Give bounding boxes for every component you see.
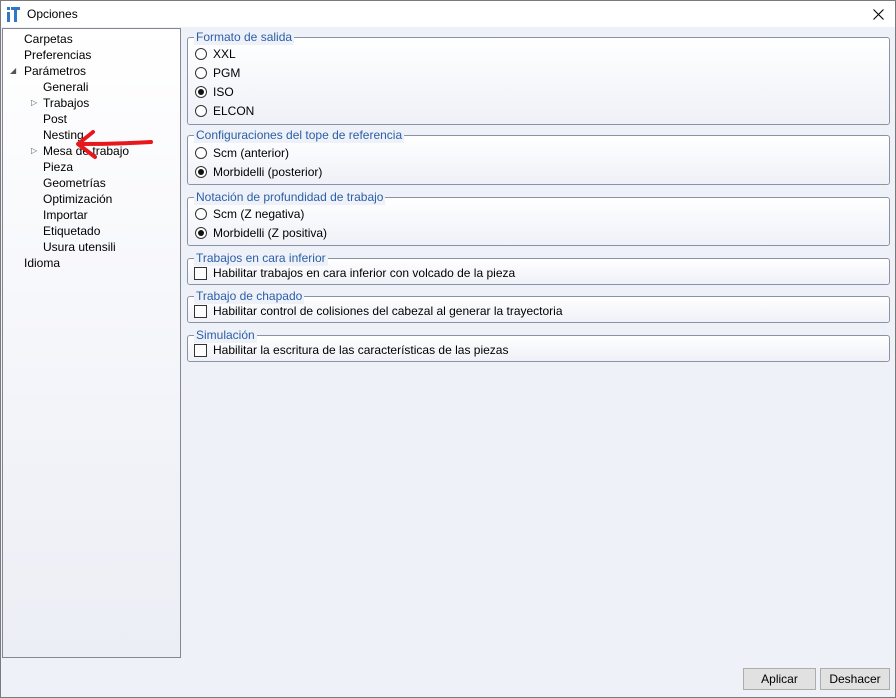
tree-item-parametros[interactable]: Parámetros bbox=[24, 63, 86, 79]
group-title: Trabajos en cara inferior bbox=[194, 250, 328, 266]
tree-item-etiquetado[interactable]: Etiquetado bbox=[43, 223, 100, 239]
tree-item-label: Pieza bbox=[43, 160, 74, 174]
tree-item-generali[interactable]: Generali bbox=[43, 79, 88, 95]
window-title: Opciones bbox=[27, 7, 78, 21]
checkbox-label: Habilitar la escritura de las caracterís… bbox=[213, 343, 509, 357]
radio-circle-selected[interactable] bbox=[195, 227, 207, 239]
radio-circle[interactable] bbox=[195, 67, 207, 79]
group-formato-salida: Formato de salida XXL PGM ISO ELCON bbox=[187, 29, 890, 125]
radio-pgm[interactable]: PGM bbox=[195, 65, 240, 81]
tree-item-pieza[interactable]: Pieza bbox=[43, 159, 73, 175]
tree-item-label: Idioma bbox=[24, 256, 61, 270]
tree-item-label: Preferencias bbox=[24, 48, 92, 62]
checkbox-cara-inferior[interactable]: Habilitar trabajos en cara inferior con … bbox=[194, 265, 515, 281]
expanded-triangle-icon[interactable]: ◢ bbox=[10, 67, 18, 75]
radio-circle[interactable] bbox=[195, 105, 207, 117]
tree-item-importar[interactable]: Importar bbox=[43, 207, 88, 223]
radio-xxl[interactable]: XXL bbox=[195, 46, 236, 62]
tree-item-label: Parámetros bbox=[24, 64, 87, 78]
radio-label: ISO bbox=[213, 85, 234, 99]
tree-item-label: Optimización bbox=[43, 192, 113, 206]
radio-iso[interactable]: ISO bbox=[195, 84, 234, 100]
group-title: Configuraciones del tope de referencia bbox=[194, 127, 405, 143]
group-title: Notación de profundidad de trabajo bbox=[194, 189, 386, 205]
options-tree[interactable]: Carpetas Preferencias ◢ Parámetros Gener… bbox=[2, 28, 181, 658]
it-logo-icon bbox=[7, 7, 20, 22]
radio-label: Morbidelli (Z positiva) bbox=[213, 226, 328, 240]
tree-item-idioma[interactable]: Idioma bbox=[24, 255, 60, 271]
group-background bbox=[188, 38, 889, 124]
tree-item-carpetas[interactable]: Carpetas bbox=[24, 31, 73, 47]
tree-item-label: Etiquetado bbox=[43, 224, 101, 238]
collapsed-triangle-icon[interactable]: ▷ bbox=[31, 147, 39, 155]
checkbox-box[interactable] bbox=[194, 304, 207, 318]
radio-label: XXL bbox=[213, 47, 236, 61]
tree-item-trabajos[interactable]: Trabajos bbox=[43, 95, 89, 111]
options-window: Opciones Carpetas Preferencias ◢ Parámet… bbox=[0, 0, 896, 698]
radio-label: PGM bbox=[213, 66, 241, 80]
group-profundidad: Notación de profundidad de trabajo Scm (… bbox=[187, 189, 890, 246]
tree-item-label: Geometrías bbox=[43, 176, 106, 190]
radio-label: Scm (Z negativa) bbox=[213, 207, 305, 221]
tree-item-label: Usura utensili bbox=[43, 240, 116, 254]
group-chapado: Trabajo de chapado Habilitar control de … bbox=[187, 288, 890, 323]
checkbox-box[interactable] bbox=[194, 266, 207, 280]
group-tope-referencia: Configuraciones del tope de referencia S… bbox=[187, 127, 890, 185]
radio-label: ELCON bbox=[213, 104, 255, 118]
tree-item-post[interactable]: Post bbox=[43, 111, 67, 127]
group-cara-inferior: Trabajos en cara inferior Habilitar trab… bbox=[187, 250, 890, 285]
checkbox-label: Habilitar trabajos en cara inferior con … bbox=[213, 266, 516, 280]
radio-circle[interactable] bbox=[195, 48, 207, 60]
radio-circle[interactable] bbox=[195, 147, 207, 159]
tree-item-label: Trabajos bbox=[43, 96, 90, 110]
radio-tope-scm[interactable]: Scm (anterior) bbox=[195, 145, 289, 161]
annotation-arrow-icon bbox=[76, 130, 153, 159]
undo-button[interactable]: Deshacer bbox=[820, 668, 890, 690]
checkbox-label: Habilitar control de colisiones del cabe… bbox=[213, 304, 563, 318]
apply-button[interactable]: Aplicar bbox=[743, 668, 816, 690]
radio-circle-selected[interactable] bbox=[195, 86, 207, 98]
radio-elcon[interactable]: ELCON bbox=[195, 103, 254, 119]
close-icon bbox=[872, 8, 884, 20]
tree-item-label: Carpetas bbox=[24, 32, 73, 46]
dialog-content: Carpetas Preferencias ◢ Parámetros Gener… bbox=[1, 27, 895, 697]
radio-circle[interactable] bbox=[195, 208, 207, 220]
group-title: Formato de salida bbox=[194, 29, 295, 45]
tree-item-label: Importar bbox=[43, 208, 88, 222]
tree-item-usura-utensili[interactable]: Usura utensili bbox=[43, 239, 116, 255]
radio-label: Scm (anterior) bbox=[213, 146, 290, 160]
radio-label: Morbidelli (posterior) bbox=[213, 165, 323, 179]
close-button[interactable] bbox=[861, 1, 895, 27]
title-bar[interactable]: Opciones bbox=[1, 1, 895, 27]
tree-item-label: Generali bbox=[43, 80, 89, 94]
checkbox-simulacion[interactable]: Habilitar la escritura de las caracterís… bbox=[194, 342, 508, 358]
checkbox-chapado[interactable]: Habilitar control de colisiones del cabe… bbox=[194, 303, 563, 319]
radio-profundidad-scm[interactable]: Scm (Z negativa) bbox=[195, 206, 304, 222]
checkbox-box[interactable] bbox=[194, 343, 207, 357]
radio-tope-morbidelli[interactable]: Morbidelli (posterior) bbox=[195, 164, 322, 180]
tree-item-label: Post bbox=[43, 112, 68, 126]
group-simulacion: Simulación Habilitar la escritura de las… bbox=[187, 327, 890, 362]
tree-item-preferencias[interactable]: Preferencias bbox=[24, 47, 91, 63]
group-title: Trabajo de chapado bbox=[194, 288, 305, 304]
radio-circle-selected[interactable] bbox=[195, 166, 207, 178]
tree-item-geometrias[interactable]: Geometrías bbox=[43, 175, 106, 191]
radio-profundidad-morbidelli[interactable]: Morbidelli (Z positiva) bbox=[195, 225, 327, 241]
group-title: Simulación bbox=[194, 327, 257, 343]
tree-item-optimizacion[interactable]: Optimización bbox=[43, 191, 112, 207]
collapsed-triangle-icon[interactable]: ▷ bbox=[31, 99, 39, 107]
